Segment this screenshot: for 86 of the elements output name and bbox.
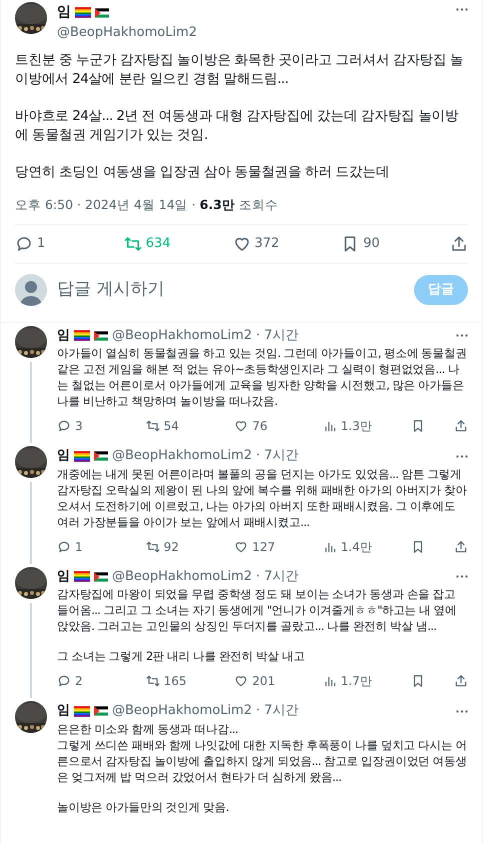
- reply-text: 놀이방은 아가들만의 것인게 맞음.: [57, 798, 230, 815]
- flag-icon: [94, 330, 108, 340]
- share-icon: [454, 419, 468, 434]
- author-handle: @BeopHakhomoLim2: [112, 568, 252, 586]
- rainbow-flag-icon: [74, 706, 90, 716]
- reply-text: 감자탕집에 마왕이 되었을 무렵 중학생 정도 돼 보이는 소녀가 동생과 손을 잡고 들어옴... 그리고 그 소녀는 자기 동생에게 "언니가 이겨줄게ㅎㅎ"하고는 내 옆에 앉았음. 그러고는 고인물의 상징인 두더지를 골랐고... 나를 완전히 박살 냄...: [57, 586, 458, 634]
- post-time: 7시간: [264, 447, 298, 466]
- more-icon[interactable]: [456, 334, 468, 337]
- repost-icon: [124, 235, 142, 253]
- more-icon[interactable]: [456, 710, 468, 712]
- separator-dot: ·: [256, 447, 260, 466]
- share-button[interactable]: [454, 674, 468, 688]
- views-button[interactable]: 1.3만: [322, 417, 383, 436]
- like-button[interactable]: 372: [232, 234, 292, 254]
- separator-dot: ·: [77, 196, 82, 214]
- bar-chart-icon: [322, 674, 337, 688]
- post-text: 바야흐로 24살... 2년 전 여동생과 대형 감자탕집에 갔는데 감자탕집 놀이방에 동물철권 게임기가 있는 것임.: [15, 106, 460, 144]
- reply-text: 은은한 미소와 함께 동생과 떠나감... 그렇게 쓰디쓴 패배와 함께 나잇값에 대한 지독한 후폭풍이 나를 덮치고 다시는 어른으로서 감자탕집 놀이방에 출입하지 않게 되었음... 참고로 입장권이었던 여동생은 엊그저께 밥 먹으러 갔었어서 현타가 더 심하게 왔음...: [57, 720, 468, 785]
- post-text: 당연히 초딩인 여동생을 입장권 삼아 동물철권을 하러 드갔는데: [15, 162, 390, 182]
- like-button[interactable]: 127: [234, 538, 294, 556]
- post-time: 7시간: [264, 326, 298, 345]
- share-button[interactable]: [454, 419, 468, 434]
- heart-icon: [234, 540, 248, 554]
- reply-button[interactable]: 2: [57, 672, 117, 690]
- rainbow-flag-icon: [74, 330, 90, 341]
- author-name: 임: [57, 702, 70, 720]
- flag-icon: [94, 572, 108, 582]
- author-handle: @BeopHakhomoLim2: [112, 702, 252, 720]
- post-time: 7시간: [264, 568, 298, 586]
- reply-button[interactable]: 3: [57, 417, 117, 436]
- author-name: 임: [57, 3, 71, 22]
- like-button[interactable]: 201: [234, 672, 294, 690]
- share-button[interactable]: [450, 235, 468, 253]
- separator-dot: ·: [256, 568, 260, 586]
- reply-button[interactable]: 1: [57, 538, 117, 556]
- repost-button[interactable]: 92: [146, 538, 206, 556]
- reply-button[interactable]: 1: [15, 234, 75, 254]
- bookmark-button[interactable]: 90: [341, 234, 402, 254]
- avatar-icon: [15, 274, 47, 306]
- author-handle: @BeopHakhomoLim2: [112, 326, 252, 345]
- share-icon: [454, 674, 468, 688]
- speech-bubble-icon: [57, 674, 71, 688]
- speech-bubble-icon: [57, 419, 71, 434]
- repost-icon: [146, 674, 160, 688]
- author-name: 임: [57, 447, 70, 466]
- views-button[interactable]: 1.7만: [322, 672, 383, 690]
- post-time: 오후 6:50: [15, 196, 74, 214]
- rainbow-flag-icon: [75, 7, 91, 18]
- heart-icon: [232, 235, 250, 253]
- more-icon[interactable]: [456, 454, 468, 458]
- reply-text: 아가들이 열심히 동물철권을 하고 있는 것임. 그런데 아가들이고, 평소에 동물철권 같은 고전 게임을 해본 적 없는 유아~초등학생인지라 그 실력이 형편없었음... 나는 철없는 어른이로서 아가들에게 교육을 빙자한 양학을 시전했고, 많은 아가들은 나를 비난하고 책망하며 놀이방을 떠나갔음.: [57, 345, 468, 410]
- share-icon: [450, 235, 468, 253]
- flag-icon: [95, 8, 109, 18]
- repost-button[interactable]: 165: [146, 672, 206, 690]
- separator-dot: ·: [192, 196, 196, 214]
- author-name: 임: [57, 326, 70, 345]
- repost-icon: [146, 540, 160, 554]
- heart-icon: [234, 419, 248, 434]
- author-name: 임: [57, 568, 70, 586]
- like-button[interactable]: 76: [234, 417, 294, 436]
- repost-icon: [146, 419, 160, 434]
- speech-bubble-icon: [57, 540, 71, 554]
- author-handle: @BeopHakhomoLim2: [112, 447, 252, 466]
- flag-icon: [94, 451, 108, 461]
- views-label: 조회수: [238, 196, 278, 214]
- post-time: 7시간: [264, 702, 298, 720]
- repost-button[interactable]: 54: [146, 417, 206, 436]
- reply-text: 개중에는 내게 못된 어른이라며 볼풀의 공을 던지는 아가도 있었음... 암튼 그렇게 감자탕집 오락실의 제왕이 된 나의 앞에 복수를 위해 패배한 아가의 아버지가 찾아오셔서 도전하기에 이르렀고, 나는 아가의 아버지 또한 패배시켰음. 그 이후에도 여러 가장분들을 아이가 보는 앞에서 패배시켰고...: [57, 466, 468, 530]
- rainbow-flag-icon: [74, 450, 90, 462]
- heart-icon: [234, 674, 248, 688]
- separator-dot: ·: [256, 326, 260, 345]
- share-icon: [454, 540, 468, 554]
- author-handle: @BeopHakhomoLim2: [57, 24, 198, 42]
- post-text: 트친분 중 누군가 감자탕집 놀이방은 화목한 곳이라고 그러셔서 감자탕집 놀이방에서 24살에 분란 일으킨 경험 말해드림...: [15, 50, 465, 88]
- reply-text: 그 소녀는 그렇게 2판 내리 나를 완전히 박살 내고: [57, 648, 306, 664]
- bar-chart-icon: [322, 419, 337, 434]
- post-date: 2024년 4월 14일: [85, 196, 188, 214]
- share-button[interactable]: [454, 540, 468, 554]
- rainbow-flag-icon: [74, 571, 90, 582]
- more-icon[interactable]: [456, 8, 468, 11]
- flag-icon: [94, 706, 108, 716]
- speech-bubble-icon: [15, 235, 33, 253]
- separator-dot: ·: [256, 702, 260, 720]
- views-button[interactable]: 1.4만: [322, 538, 383, 556]
- more-icon[interactable]: [456, 575, 468, 578]
- view-count: 6.3만: [200, 196, 235, 214]
